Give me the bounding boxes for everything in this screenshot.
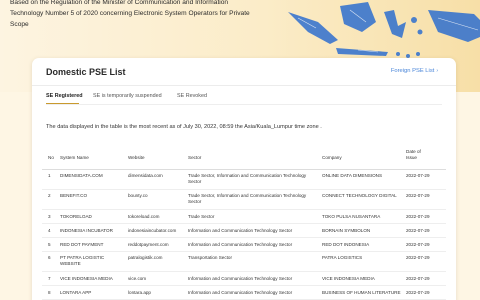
cell-company: CONNECT TECHNOLOGY DIGITAL [322,193,397,198]
cell-no: 8 [48,290,51,295]
cell-company: BORNAIN SYMBOLON [322,228,371,233]
cell-system-name: RED DOT PAYMENT [60,242,104,247]
cell-system-name: LONTARA APP [60,290,92,295]
hero-description: Based on the Regulation of the Minister … [10,0,250,28]
header-website: Website [128,155,145,160]
cell-system-name: TOKORELOAD [60,214,92,219]
cell-system-name: PT PATRA LOGISTIC WEBSITE [60,255,105,266]
domestic-pse-card: Domestic PSE List Foreign PSE List › SE R… [32,58,456,300]
foreign-pse-link-label: Foreign PSE List [390,68,435,74]
cell-company: VICE INDONESIA MEDIA [322,276,375,281]
cell-date: 2022-07-29 [406,193,430,198]
cell-sector: Trade Sector, Information and Communicat… [188,193,307,204]
table-row[interactable]: 2 BENEFIT.CO bounty.co Trade Sector, Inf… [42,190,446,210]
header-system-name: System Name [60,155,89,160]
data-freshness-notice: The data displayed in the table is the m… [46,124,322,130]
cell-sector: Trade Sector, Information and Communicat… [188,173,307,184]
cell-system-name: DIMENSIDATA.COM [60,173,103,178]
cell-sector: Information and Communication Technology… [188,242,293,247]
table-row[interactable]: 6 PT PATRA LOGISTIC WEBSITE patralogisti… [42,252,446,272]
cell-date: 2022-07-29 [406,173,430,178]
pse-table: No System Name Website Sector Company Da… [42,145,446,300]
cell-no: 3 [48,214,51,219]
cell-sector: Information and Communication Technology… [188,290,293,295]
table-row[interactable]: 5 RED DOT PAYMENT reddotpayment.com Info… [42,238,446,252]
cell-company: TOKO PULSA NUSANTARA [322,214,381,219]
cell-website[interactable]: patralogistik.com [128,255,186,261]
cell-system-name: VICE INDONESIA MEDIA [60,276,113,281]
table-row[interactable]: 4 INDONESIA INCUBATOR indonesiaincubator… [42,224,446,238]
cell-no: 4 [48,228,51,233]
cell-sector: Information and Communication Technology… [188,276,293,281]
cell-no: 2 [48,193,51,198]
table-row[interactable]: 3 TOKORELOAD tokoreload.com Trade Sector… [42,210,446,224]
card-header: Domestic PSE List Foreign PSE List › [32,58,456,86]
cell-sector: Trade Sector [188,214,215,219]
cell-website[interactable]: reddotpayment.com [128,242,186,248]
cell-website[interactable]: tokoreload.com [128,214,186,220]
cell-website[interactable]: indonesiaincubator.com [128,228,186,234]
cell-no: 6 [48,255,51,260]
tab-se-registered[interactable]: SE Registered [46,93,83,99]
cell-website[interactable]: bounty.co [128,193,186,199]
cell-sector: Transportation Sector [188,255,233,260]
table-header: No System Name Website Sector Company Da… [42,145,446,170]
tab-se-suspended[interactable]: SE is temporarily suspended [93,93,162,99]
foreign-pse-link[interactable]: Foreign PSE List › [391,68,438,74]
card-title: Domestic PSE List [46,67,126,77]
tabs-divider [46,104,442,105]
cell-system-name: BENEFIT.CO [60,193,88,198]
cell-company: BUSINESS OF HUMAN LITERATURE [322,290,401,295]
header-sector: Sector [188,155,202,160]
cell-no: 1 [48,173,51,178]
cell-date: 2022-07-29 [406,290,430,295]
cell-no: 5 [48,242,51,247]
table-row[interactable]: 1 DIMENSIDATA.COM dimensidata.com Trade … [42,170,446,190]
cell-date: 2022-07-29 [406,276,430,281]
cell-company: RED DOT INDONESIA [322,242,370,247]
cell-website[interactable]: lontara.app [128,290,186,296]
table-row[interactable]: 7 VICE INDONESIA MEDIA vice.com Informat… [42,272,446,286]
cell-website[interactable]: vice.com [128,276,186,282]
cell-sector: Information and Communication Technology… [188,228,293,233]
cell-company: PATRA LOGISTICS [322,255,363,260]
header-no: No [48,155,54,160]
header-company: Company [322,155,342,160]
header-date-of-issue: Date of Issue [406,149,421,160]
cell-date: 2022-07-29 [406,255,430,260]
cell-no: 7 [48,276,51,281]
cell-system-name: INDONESIA INCUBATOR [60,228,113,233]
cell-date: 2022-07-29 [406,242,430,247]
tab-se-revoked[interactable]: SE Revoked [177,93,207,99]
cell-date: 2022-07-29 [406,228,430,233]
table-row[interactable]: 8 LONTARA APP lontara.app Information an… [42,286,446,300]
cell-website[interactable]: dimensidata.com [128,173,186,179]
cell-date: 2022-07-29 [406,214,430,219]
cell-company: ONLINE DATA DIMENSIONS [322,173,383,178]
chevron-right-icon: › [436,68,438,74]
